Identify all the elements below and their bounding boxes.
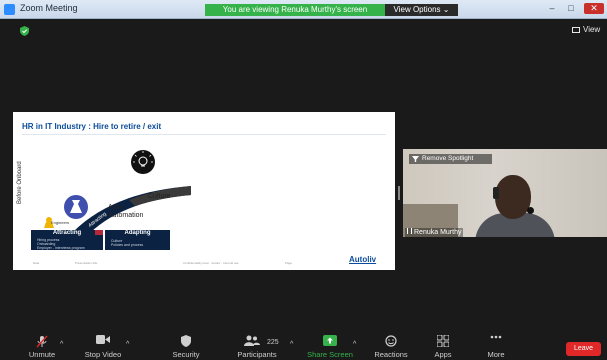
zoom-app-icon <box>4 4 15 15</box>
reactions-label: Reactions <box>374 350 408 359</box>
shield-icon[interactable] <box>20 26 29 36</box>
participants-icon <box>243 335 260 346</box>
vertical-label: Before Onboard <box>17 161 23 204</box>
remove-spotlight-button[interactable]: Remove Spotlight <box>409 154 492 164</box>
viewing-screen-banner: You are viewing Renuka Murthy's screen <box>205 4 385 16</box>
stop-video-button[interactable]: Stop Video <box>80 330 126 360</box>
video-options-caret[interactable]: ^ <box>126 341 129 348</box>
unmute-label: Unmute <box>28 350 56 359</box>
view-label: View <box>583 25 601 34</box>
slide-title: HR in IT Industry : Hire to retire / exi… <box>22 122 162 131</box>
share-screen-label: Share Screen <box>307 350 353 359</box>
engineers-label: Engineers <box>51 220 70 225</box>
agile-label: Agile <box>108 204 124 211</box>
apps-button[interactable]: Apps <box>426 330 460 360</box>
view-button[interactable]: View <box>572 25 600 34</box>
autoliv-logo: Autoliv <box>349 255 377 264</box>
reactions-button[interactable]: Reactions <box>370 330 412 360</box>
adapting-box-item: Policies and process <box>111 243 144 247</box>
shared-screen: HR in IT Industry : Hire to retire / exi… <box>13 112 395 270</box>
video-camera-icon <box>96 335 110 344</box>
meeting-toolbar: Unmute ^ Stop Video ^ Security Participa… <box>0 330 607 360</box>
automation-label: Automation <box>108 212 144 219</box>
close-button[interactable]: ✕ <box>584 3 604 14</box>
remove-spotlight-label: Remove Spotlight <box>422 155 474 162</box>
title-bar: Zoom Meeting You are viewing Renuka Murt… <box>0 0 607 19</box>
reactions-smiley-icon <box>385 335 397 347</box>
view-options-button[interactable]: View Options ⌄ <box>385 4 458 16</box>
maximize-button[interactable]: □ <box>564 3 578 14</box>
minimize-button[interactable]: – <box>545 3 559 14</box>
panel-resize-handle[interactable] <box>398 186 400 200</box>
footer-page: Page <box>285 261 293 265</box>
security-label: Security <box>172 350 200 359</box>
journey-diagram <box>44 150 191 238</box>
share-screen-button[interactable]: Share Screen <box>306 330 354 360</box>
pin-icon <box>412 156 419 162</box>
participants-count: 225 <box>267 339 279 346</box>
security-shield-icon <box>181 335 191 347</box>
more-dots-icon <box>490 335 502 339</box>
participants-options-caret[interactable]: ^ <box>290 341 293 348</box>
participant-name-tag: Renuka Murthy <box>405 228 464 237</box>
unmute-button[interactable]: Unmute <box>20 330 64 360</box>
participants-label: Participants <box>237 350 277 359</box>
footer-presentation-title: Presentation title <box>75 261 98 265</box>
participant-name: Renuka Murthy <box>414 229 462 236</box>
stop-video-label: Stop Video <box>84 350 122 359</box>
attracting-box-item: Employer - Interviews program <box>37 246 85 250</box>
culture-label: Culture <box>148 193 171 200</box>
leave-button[interactable]: Leave <box>566 342 601 356</box>
attracting-box-title: Attracting <box>52 230 82 236</box>
security-button[interactable]: Security <box>166 330 206 360</box>
apps-label: Apps <box>434 350 452 359</box>
more-label: More <box>487 350 505 359</box>
adapting-box-title: Adapting <box>124 230 151 236</box>
window-title: Zoom Meeting <box>20 3 78 13</box>
participant-head <box>495 175 531 219</box>
headset-icon <box>493 187 499 199</box>
footer-confidentiality: Confidentiality level · Autoliv · Intern… <box>183 261 239 265</box>
share-screen-icon <box>323 335 337 346</box>
agile-automation-label: Agile Automation <box>108 204 143 220</box>
signal-bars-icon <box>407 228 412 234</box>
share-options-caret[interactable]: ^ <box>353 341 356 348</box>
audio-options-caret[interactable]: ^ <box>60 341 63 348</box>
adapting-box: Adapting Culture Policies and process <box>105 230 170 250</box>
footer-date: Date <box>33 261 40 265</box>
apps-icon <box>437 335 449 347</box>
more-button[interactable]: More <box>480 330 512 360</box>
slide-footer: Date Presentation title Confidentiality … <box>13 258 395 270</box>
muted-mic-icon <box>36 335 48 348</box>
headset-mic-icon <box>527 207 534 214</box>
zoom-window: Zoom Meeting You are viewing Renuka Murt… <box>0 0 607 360</box>
attracting-box: Attracting Hiring process Onboarding Emp… <box>31 230 103 250</box>
slide-title-underline <box>22 134 386 135</box>
view-grid-icon <box>572 26 580 33</box>
